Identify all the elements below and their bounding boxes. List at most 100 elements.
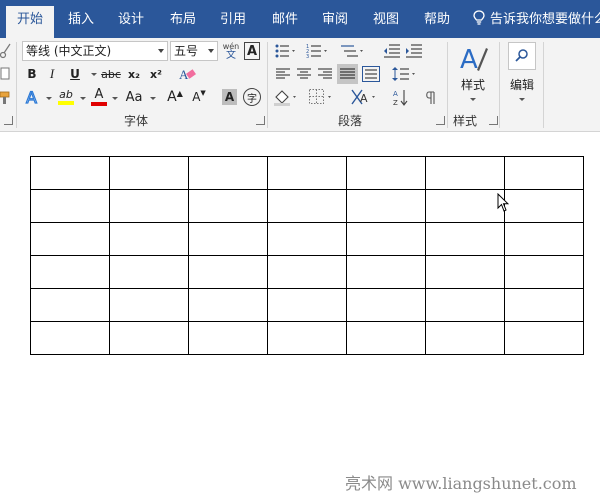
table-cell[interactable]	[109, 189, 189, 223]
font-color-dropdown-icon[interactable]	[112, 97, 118, 100]
table-cell[interactable]	[30, 222, 110, 256]
table-cell[interactable]	[504, 189, 584, 223]
justify-icon[interactable]	[337, 64, 358, 84]
increase-indent-icon[interactable]	[405, 43, 423, 59]
table-cell[interactable]	[30, 255, 110, 289]
underline-button[interactable]: U	[66, 64, 84, 84]
shading-icon[interactable]	[273, 88, 299, 106]
table-cell[interactable]	[425, 321, 505, 355]
table-cell[interactable]	[346, 189, 426, 223]
enclose-characters-button[interactable]: 字	[243, 88, 261, 106]
table-cell[interactable]	[346, 156, 426, 190]
table-cell[interactable]	[425, 156, 505, 190]
highlight-dropdown-icon[interactable]	[80, 97, 86, 100]
font-size-combobox[interactable]: 五号	[170, 41, 218, 61]
table-cell[interactable]	[267, 288, 347, 322]
table-cell[interactable]	[425, 222, 505, 256]
paragraph-dialog-launcher[interactable]	[436, 116, 445, 125]
table-cell[interactable]	[188, 156, 268, 190]
shrink-font-button[interactable]: A ▼	[190, 87, 208, 107]
line-spacing-icon[interactable]	[392, 66, 418, 82]
underline-dropdown-icon[interactable]	[91, 73, 97, 76]
font-dialog-launcher[interactable]	[256, 116, 265, 125]
table-cell[interactable]	[346, 288, 426, 322]
table-cell[interactable]	[346, 321, 426, 355]
tab-design[interactable]: 设计	[110, 6, 152, 34]
tab-help[interactable]: 帮助	[416, 6, 458, 34]
italic-button[interactable]: I	[44, 64, 60, 84]
table-cell[interactable]	[504, 321, 584, 355]
table-cell[interactable]	[109, 156, 189, 190]
table-cell[interactable]	[30, 156, 110, 190]
subscript-button[interactable]: x₂	[124, 64, 144, 84]
superscript-button[interactable]: x²	[146, 64, 166, 84]
table-cell[interactable]	[188, 189, 268, 223]
table-cell[interactable]	[425, 255, 505, 289]
table-cell[interactable]	[267, 156, 347, 190]
table-cell[interactable]	[267, 189, 347, 223]
align-center-icon[interactable]	[296, 66, 312, 82]
table-cell[interactable]	[188, 288, 268, 322]
table-cell[interactable]	[346, 255, 426, 289]
tab-home[interactable]: 开始	[6, 6, 54, 38]
format-painter-icon[interactable]	[0, 90, 12, 106]
distributed-icon[interactable]	[362, 66, 380, 82]
multilevel-list-icon[interactable]	[340, 43, 366, 59]
styles-button[interactable]: A 样式	[453, 42, 493, 110]
bold-button[interactable]: B	[24, 64, 40, 84]
font-color-button[interactable]: A	[90, 87, 108, 107]
phonetic-guide-button[interactable]: wén 文	[221, 40, 241, 62]
table-cell[interactable]	[504, 156, 584, 190]
sort-icon[interactable]: AZ	[392, 88, 410, 108]
editing-button[interactable]: 编辑	[503, 42, 541, 110]
table-cell[interactable]	[425, 288, 505, 322]
table-cell[interactable]	[30, 288, 110, 322]
table-cell[interactable]	[188, 255, 268, 289]
table-cell[interactable]	[109, 321, 189, 355]
table-cell[interactable]	[30, 321, 110, 355]
tab-layout[interactable]: 布局	[162, 6, 204, 34]
table-cell[interactable]	[346, 222, 426, 256]
tell-me-search[interactable]: 告诉我你想要做什么	[472, 6, 600, 34]
table-cell[interactable]	[504, 222, 584, 256]
clipboard-dialog-launcher[interactable]	[4, 116, 13, 125]
tab-insert[interactable]: 插入	[60, 6, 102, 34]
numbering-icon[interactable]: 1 2 3	[306, 43, 330, 59]
tab-references[interactable]: 引用	[212, 6, 254, 34]
bullets-icon[interactable]	[275, 43, 297, 59]
table-cell[interactable]	[30, 189, 110, 223]
cut-icon[interactable]	[0, 42, 12, 60]
table-cell[interactable]	[267, 222, 347, 256]
tab-review[interactable]: 审阅	[314, 6, 356, 34]
text-effects-icon[interactable]: A	[24, 87, 42, 107]
highlight-button[interactable]: ab	[56, 87, 76, 107]
borders-icon[interactable]	[308, 88, 334, 106]
document-table[interactable]	[30, 156, 584, 355]
tab-mailings[interactable]: 邮件	[264, 6, 306, 34]
table-cell[interactable]	[188, 321, 268, 355]
change-case-button[interactable]: Aa	[122, 87, 146, 107]
align-right-icon[interactable]	[317, 66, 333, 82]
decrease-indent-icon[interactable]	[383, 43, 401, 59]
table-cell[interactable]	[267, 321, 347, 355]
table-cell[interactable]	[267, 255, 347, 289]
change-case-dropdown-icon[interactable]	[150, 97, 156, 100]
table-cell[interactable]	[504, 255, 584, 289]
table-cell[interactable]	[188, 222, 268, 256]
text-effects-dropdown-icon[interactable]	[46, 97, 52, 100]
strikethrough-button[interactable]: abc	[98, 64, 124, 84]
styles-dialog-launcher[interactable]	[489, 116, 498, 125]
font-name-combobox[interactable]: 等线 (中文正文)	[22, 41, 168, 61]
show-marks-icon[interactable]	[423, 90, 439, 106]
clear-formatting-icon[interactable]: A	[178, 66, 196, 82]
tab-view[interactable]: 视图	[365, 6, 407, 34]
grow-font-button[interactable]: A ▲	[166, 87, 184, 107]
table-cell[interactable]	[109, 288, 189, 322]
table-cell[interactable]	[425, 189, 505, 223]
character-border-button[interactable]: A	[244, 42, 260, 60]
character-shading-button[interactable]: A	[222, 89, 237, 105]
copy-icon[interactable]	[0, 66, 12, 82]
align-left-icon[interactable]	[275, 66, 291, 82]
table-cell[interactable]	[109, 255, 189, 289]
table-cell[interactable]	[109, 222, 189, 256]
